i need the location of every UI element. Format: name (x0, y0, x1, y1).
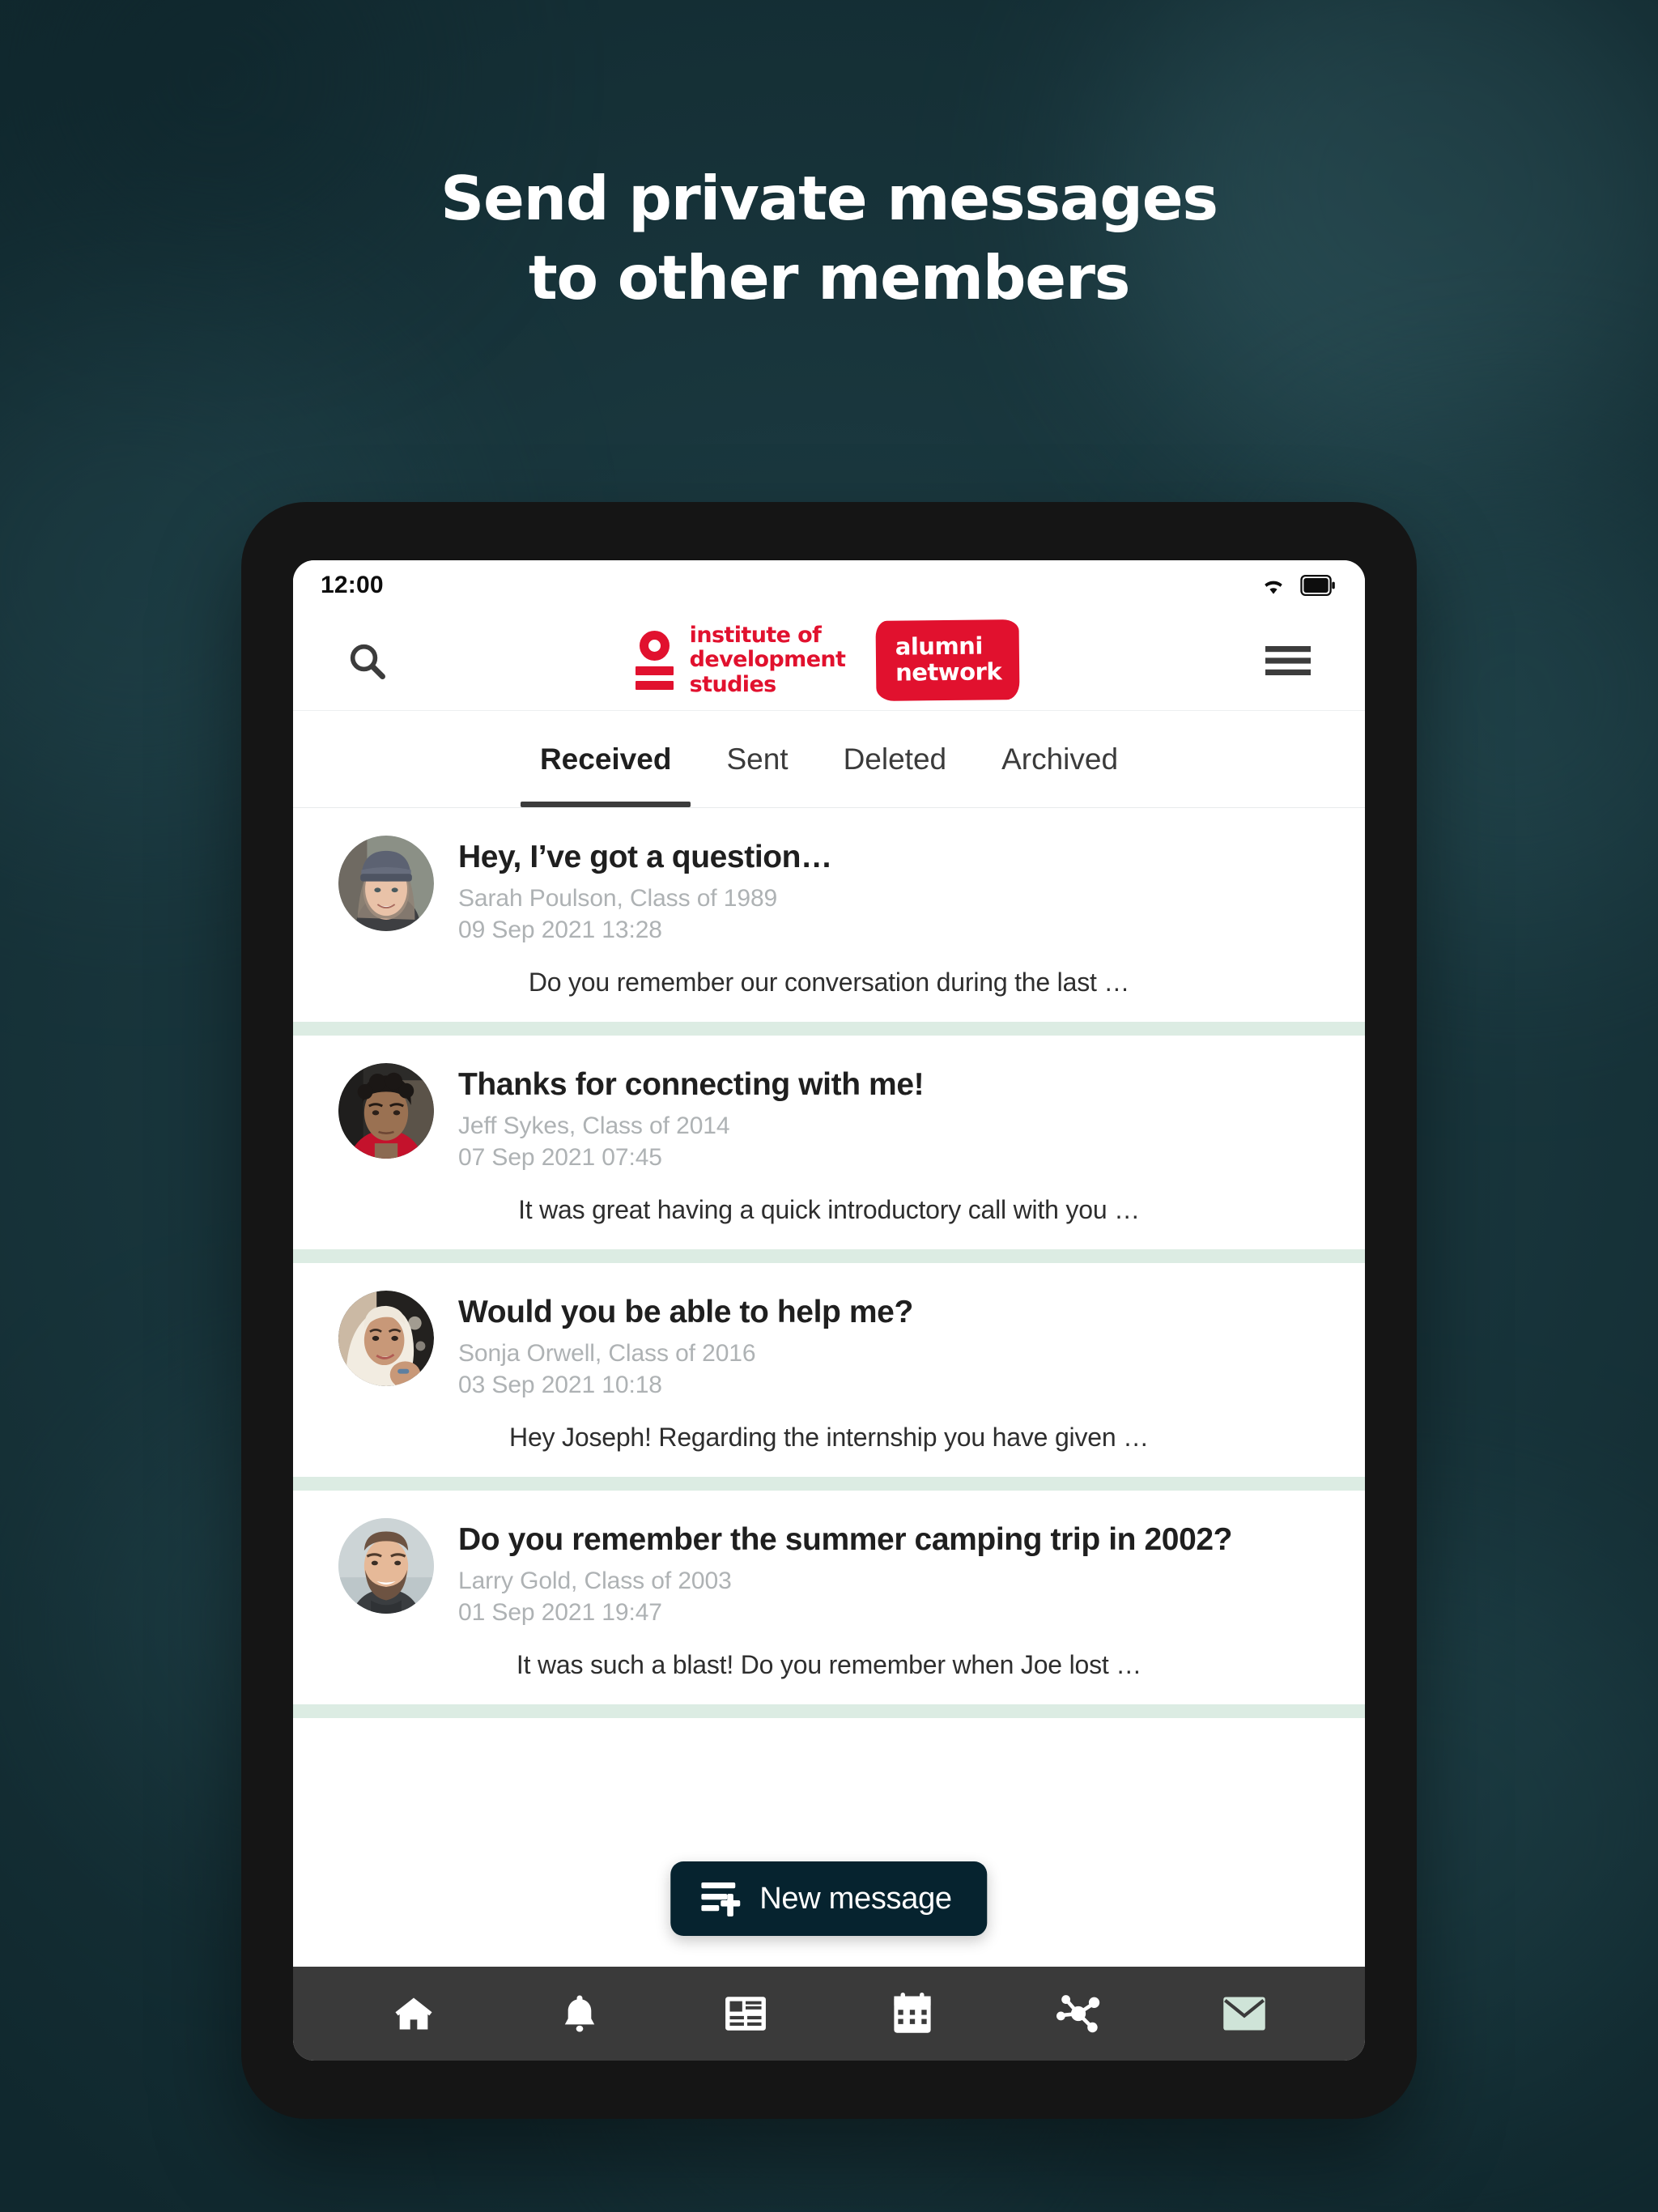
message-subject: Hey, I’ve got a question… (458, 840, 832, 874)
message-preview: It was such a blast! Do you remember whe… (516, 1650, 1142, 1679)
message-date: 07 Sep 2021 07:45 (458, 1144, 662, 1172)
headline-line-2: to other members (528, 241, 1131, 313)
message-header: Would you be able to help me? Sonja Orwe… (293, 1291, 1365, 1402)
message-subject: Thanks for connecting with me! (458, 1067, 925, 1102)
message-subject: Would you be able to help me? (458, 1295, 913, 1329)
brand-logo[interactable]: institute of development studies alumni … (635, 619, 1020, 701)
bell-icon (564, 1995, 595, 2032)
tab-archived[interactable]: Archived (974, 711, 1146, 807)
message-meta: Thanks for connecting with me! Jeff Syke… (458, 1063, 1320, 1174)
avatar-sonja-orwell[interactable] (338, 1291, 434, 1386)
message-preview: Do you remember our conversation during … (528, 968, 1130, 997)
nav-news-button[interactable] (711, 1979, 780, 2048)
message-header: Do you remember the summer camping trip … (293, 1518, 1365, 1629)
alumni-badge-line-1: alumni (895, 632, 984, 661)
list-separator (293, 1022, 1365, 1036)
message-header: Hey, I’ve got a question… Sarah Poulson,… (293, 836, 1365, 946)
search-icon (350, 644, 385, 679)
ids-logo-mark (635, 631, 674, 690)
bottom-navigation (293, 1967, 1365, 2061)
ids-bar-shape (635, 681, 674, 690)
message-list-item[interactable]: Do you remember the summer camping trip … (293, 1491, 1365, 1704)
network-icon (1056, 1995, 1100, 2033)
message-sender: Sonja Orwell, Class of 2016 (458, 1340, 756, 1368)
message-header: Thanks for connecting with me! Jeff Syke… (293, 1063, 1365, 1174)
message-date: 01 Sep 2021 19:47 (458, 1599, 662, 1627)
message-meta: Hey, I’ve got a question… Sarah Poulson,… (458, 836, 1320, 946)
avatar-image (338, 1291, 434, 1386)
alumni-badge-line-2: network (895, 657, 1002, 687)
hamburger-menu-icon (1265, 645, 1311, 675)
message-sender: Larry Gold, Class of 2003 (458, 1568, 732, 1595)
battery-icon (1300, 575, 1335, 596)
status-bar-time: 12:00 (321, 572, 384, 598)
app-header: institute of development studies alumni … (293, 610, 1365, 711)
list-separator (293, 1249, 1365, 1263)
tab-sent[interactable]: Sent (699, 711, 815, 807)
alumni-network-badge: alumni network (875, 619, 1020, 701)
message-list-item[interactable]: Thanks for connecting with me! Jeff Syke… (293, 1036, 1365, 1249)
status-bar: 12:00 (293, 560, 1365, 610)
search-button[interactable] (338, 632, 395, 689)
status-bar-indicators (1260, 575, 1336, 596)
nav-messages-button[interactable] (1209, 1979, 1279, 2048)
phone-screen: 12:00 institute of development studies a… (293, 560, 1365, 2061)
message-sender: Sarah Poulson, Class of 1989 (458, 885, 778, 912)
avatar-larry-gold[interactable] (338, 1518, 434, 1614)
message-meta: Would you be able to help me? Sonja Orwe… (458, 1291, 1320, 1402)
list-separator (293, 1477, 1365, 1491)
new-message-label: New message (759, 1881, 952, 1916)
message-sender: Jeff Sykes, Class of 2014 (458, 1112, 730, 1140)
ids-wordmark: institute of development studies (690, 623, 846, 697)
ids-wordmark-line-3: studies (689, 671, 777, 697)
avatar-image (338, 1518, 434, 1614)
phone-device-frame: 12:00 institute of development studies a… (241, 502, 1417, 2119)
message-date: 03 Sep 2021 10:18 (458, 1372, 662, 1399)
news-icon (725, 1997, 767, 2031)
ids-ring-shape (639, 631, 670, 661)
message-date: 09 Sep 2021 13:28 (458, 917, 662, 944)
avatar-image (338, 1063, 434, 1159)
ids-wordmark-line-1: institute of (689, 623, 822, 649)
avatar-jeff-sykes[interactable] (338, 1063, 434, 1159)
message-preview: It was great having a quick introductory… (518, 1195, 1140, 1224)
tab-deleted[interactable]: Deleted (816, 711, 975, 807)
nav-home-button[interactable] (379, 1979, 449, 2048)
ids-wordmark-line-2: development (689, 647, 846, 673)
mailbox-tabs: Received Sent Deleted Archived (293, 711, 1365, 808)
message-preview: Hey Joseph! Regarding the internship you… (509, 1423, 1149, 1452)
message-list[interactable]: Hey, I’ve got a question… Sarah Poulson,… (293, 808, 1365, 1967)
home-icon (395, 1997, 432, 2030)
menu-button[interactable] (1260, 632, 1316, 689)
list-separator (293, 1704, 1365, 1718)
message-subject: Do you remember the summer camping trip … (458, 1522, 1233, 1557)
envelope-icon (1223, 1997, 1266, 2031)
message-meta: Do you remember the summer camping trip … (458, 1518, 1320, 1629)
nav-notifications-button[interactable] (545, 1979, 614, 2048)
new-message-button[interactable]: New message (670, 1861, 988, 1936)
wifi-icon (1265, 581, 1282, 594)
message-list-item[interactable]: Would you be able to help me? Sonja Orwe… (293, 1263, 1365, 1477)
promo-headline: Send private messages to other members (0, 160, 1658, 317)
avatar-sarah-poulson[interactable] (338, 836, 434, 931)
avatar-image (338, 836, 434, 931)
ids-bar-shape (635, 666, 674, 675)
calendar-icon (894, 1993, 931, 2033)
headline-line-1: Send private messages (440, 163, 1218, 234)
compose-list-plus-icon (701, 1882, 741, 1916)
nav-network-button[interactable] (1044, 1979, 1113, 2048)
tab-received[interactable]: Received (512, 711, 699, 807)
message-list-item[interactable]: Hey, I’ve got a question… Sarah Poulson,… (293, 808, 1365, 1022)
nav-calendar-button[interactable] (878, 1979, 947, 2048)
